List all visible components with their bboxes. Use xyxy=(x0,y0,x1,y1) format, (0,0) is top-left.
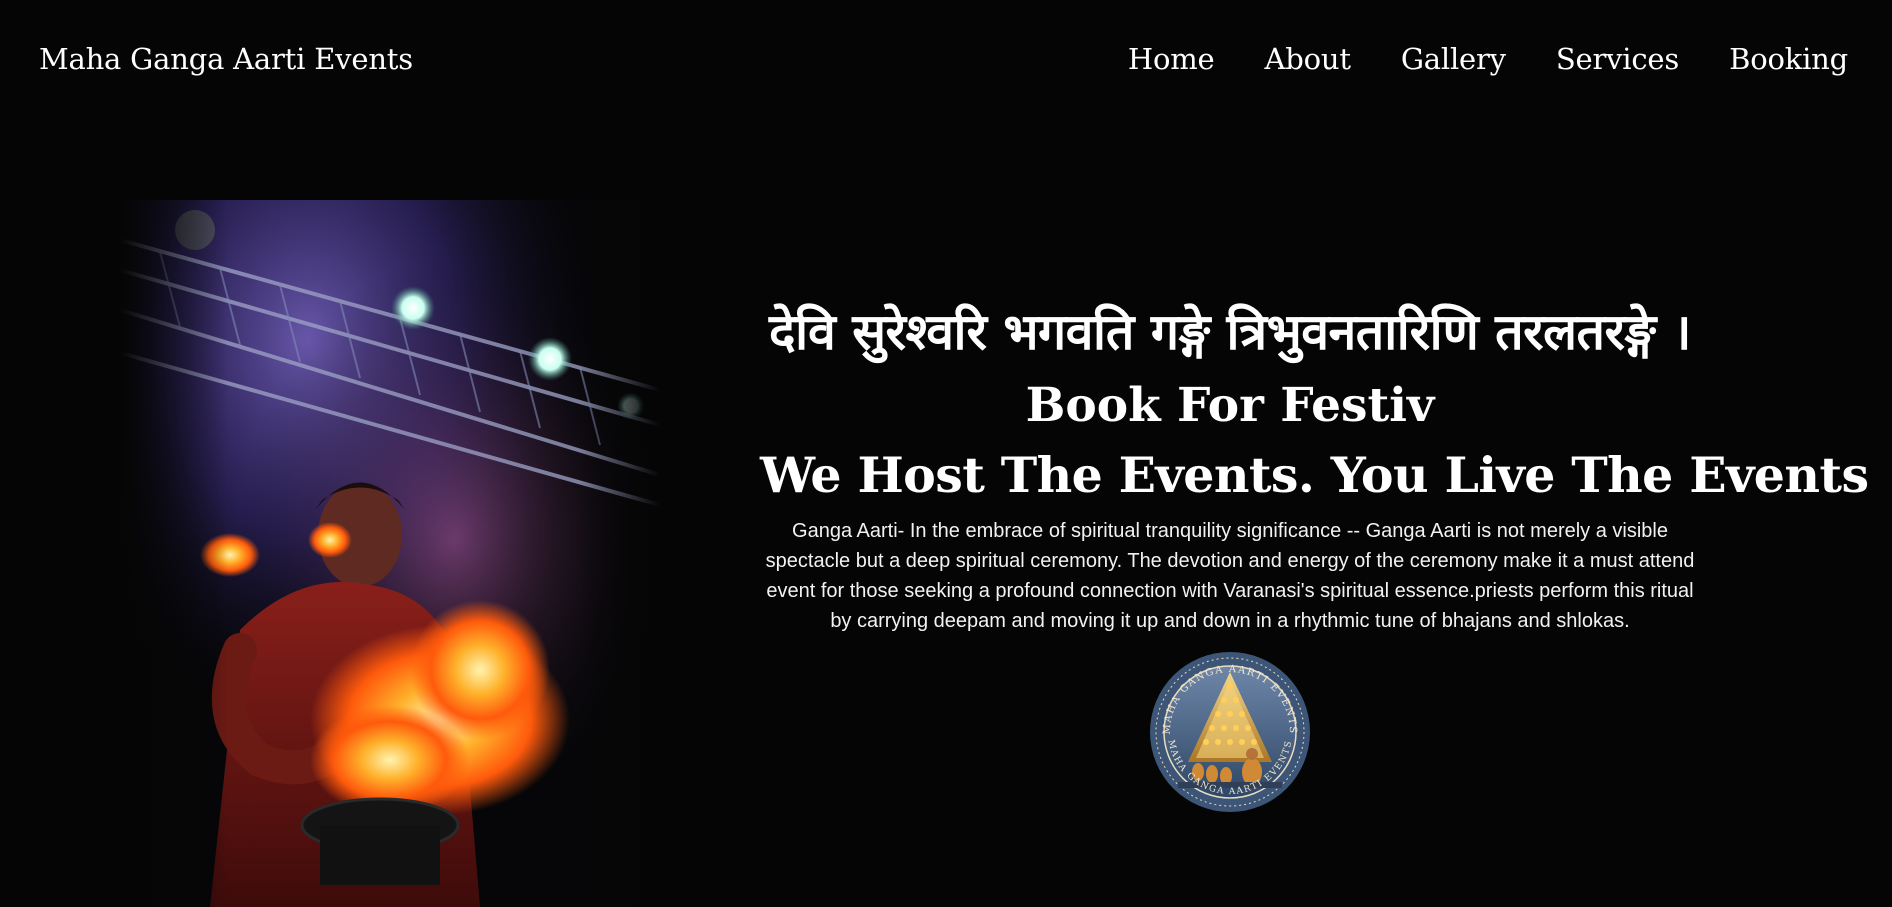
hero-content: देवि सुरेश्वरि भगवति गङ्गे त्रिभुवनतारिण… xyxy=(760,300,1869,814)
sanskrit-mantra: देवि सुरेश्वरि भगवति गङ्गे त्रिभुवनतारिण… xyxy=(769,303,1691,361)
hero-description: Ganga Aarti- In the embrace of spiritual… xyxy=(765,520,1695,632)
main-nav: Home About Gallery Services Booking xyxy=(1128,42,1848,76)
seal-icon: MAHA GANGA AARTI EVENTS MAHA GANGA AARTI… xyxy=(1150,652,1310,812)
nav-home-link[interactable]: Home xyxy=(1128,42,1215,76)
site-header: Maha Ganga Aarti Events Home About Galle… xyxy=(0,0,1892,130)
brand-logo-text[interactable]: Maha Ganga Aarti Events xyxy=(39,42,413,76)
priest-performing-aarti-image xyxy=(120,200,660,907)
maha-ganga-aarti-events-seal: MAHA GANGA AARTI EVENTS MAHA GANGA AARTI… xyxy=(1148,650,1312,814)
nav-booking-link[interactable]: Booking xyxy=(1729,42,1848,76)
nav-gallery-link[interactable]: Gallery xyxy=(1401,42,1506,76)
hero-image xyxy=(120,200,660,907)
nav-about-link[interactable]: About xyxy=(1265,42,1352,76)
book-festival-subtitle: Book For Festiv xyxy=(1025,378,1435,433)
hero-headline: We Host The Events. You Live The Events xyxy=(760,446,1869,504)
nav-services-link[interactable]: Services xyxy=(1556,42,1679,76)
